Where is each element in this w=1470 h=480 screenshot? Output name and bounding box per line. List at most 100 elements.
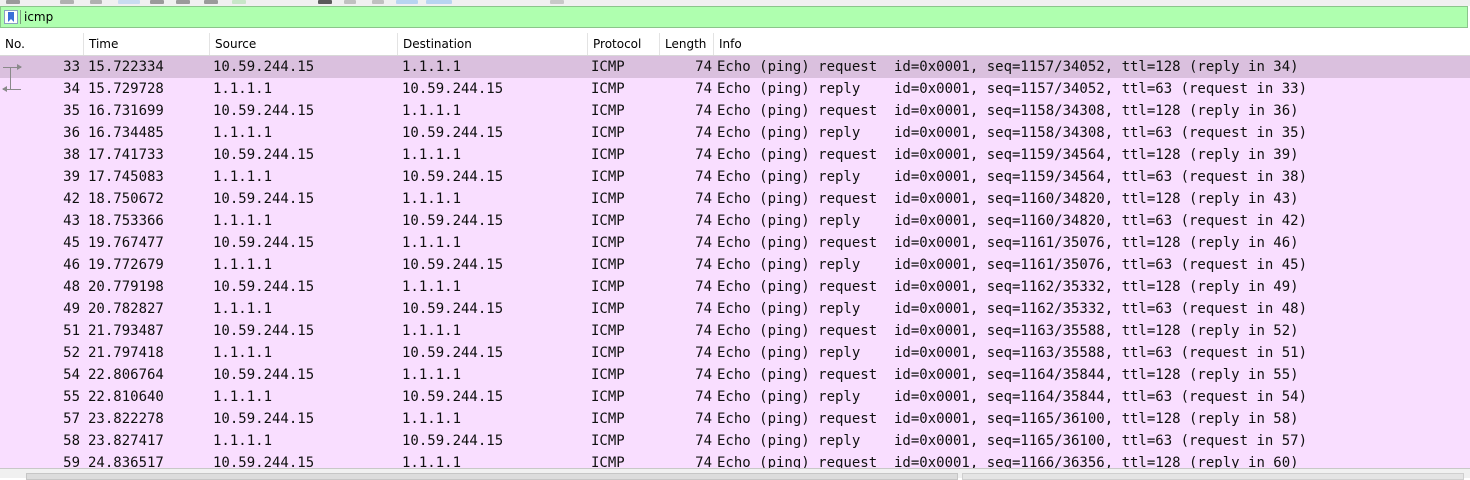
packet-length-cell: 74: [695, 147, 712, 163]
toolbar-icon[interactable]: [176, 0, 190, 4]
packet-row[interactable]: 33 15.722334 10.59.244.15 1.1.1.1 ICMP 74 Echo…: [0, 56, 1470, 78]
toolbar-icon[interactable]: [344, 0, 356, 4]
packet-number-cell: 58: [63, 433, 80, 449]
packet-time-cell: 22.810640: [88, 389, 164, 405]
horizontal-scrollbar[interactable]: [0, 468, 1470, 480]
packet-row[interactable]: 49 20.782827 1.1.1.1 10.59.244.15 ICMP 74 Echo…: [0, 298, 1470, 320]
packet-source-cell: 10.59.244.15: [213, 191, 315, 207]
pane-splitter[interactable]: [962, 473, 1464, 480]
filter-bookmark-button[interactable]: [4, 10, 18, 24]
packet-protocol-cell: ICMP: [591, 169, 625, 185]
packet-protocol-cell: ICMP: [591, 301, 625, 317]
toolbar-icon[interactable]: [372, 0, 384, 4]
packet-info-cell: Echo (ping) reply id=0x0001, seq=1162/35…: [717, 301, 1308, 317]
column-header-source[interactable]: Source: [210, 33, 398, 55]
packet-row[interactable]: 46 19.772679 1.1.1.1 10.59.244.15 ICMP 74 Echo…: [0, 254, 1470, 276]
packet-number-cell: 59: [63, 455, 80, 468]
related-packet-line: [10, 67, 11, 78]
packet-info-cell: Echo (ping) request id=0x0001, seq=1159/…: [717, 147, 1299, 163]
display-filter-input[interactable]: [24, 8, 1404, 26]
packet-row[interactable]: 35 16.731699 10.59.244.15 1.1.1.1 ICMP 74 Echo…: [0, 100, 1470, 122]
packet-time-cell: 21.797418: [88, 345, 164, 361]
packet-info-cell: Echo (ping) reply id=0x0001, seq=1159/34…: [717, 169, 1308, 185]
packet-info-cell: Echo (ping) request id=0x0001, seq=1164/…: [717, 367, 1299, 383]
packet-source-cell: 1.1.1.1: [213, 81, 273, 97]
packet-row[interactable]: 55 22.810640 1.1.1.1 10.59.244.15 ICMP 74 Echo…: [0, 386, 1470, 408]
packet-row[interactable]: 57 23.822278 10.59.244.15 1.1.1.1 ICMP 74 Echo…: [0, 408, 1470, 430]
toolbar-icon[interactable]: [150, 0, 164, 4]
packet-destination-cell: 1.1.1.1: [402, 59, 462, 75]
toolbar-icon[interactable]: [60, 0, 74, 4]
packet-destination-cell: 1.1.1.1: [402, 411, 462, 427]
packet-row[interactable]: 51 21.793487 10.59.244.15 1.1.1.1 ICMP 74 Echo…: [0, 320, 1470, 342]
toolbar-icon[interactable]: [318, 0, 332, 4]
packet-destination-cell: 10.59.244.15: [402, 81, 504, 97]
packet-destination-cell: 10.59.244.15: [402, 257, 504, 273]
packet-source-cell: 1.1.1.1: [213, 213, 273, 229]
packet-length-cell: 74: [695, 257, 712, 273]
packet-length-cell: 74: [695, 235, 712, 251]
packet-source-cell: 10.59.244.15: [213, 367, 315, 383]
packet-length-cell: 74: [695, 411, 712, 427]
packet-source-cell: 1.1.1.1: [213, 433, 273, 449]
packet-row[interactable]: 48 20.779198 10.59.244.15 1.1.1.1 ICMP 74 Echo…: [0, 276, 1470, 298]
column-header-info[interactable]: Info: [714, 33, 1470, 55]
packet-time-cell: 16.734485: [88, 125, 164, 141]
packet-time-cell: 23.822278: [88, 411, 164, 427]
toolbar-icon[interactable]: [232, 0, 246, 4]
packet-row[interactable]: 58 23.827417 1.1.1.1 10.59.244.15 ICMP 74 Echo…: [0, 430, 1470, 452]
packet-destination-cell: 1.1.1.1: [402, 191, 462, 207]
toolbar-icon[interactable]: [6, 0, 20, 4]
packet-row[interactable]: 36 16.734485 1.1.1.1 10.59.244.15 ICMP 74 Echo…: [0, 122, 1470, 144]
packet-row[interactable]: 34 15.729728 1.1.1.1 10.59.244.15 ICMP 74 Echo…: [0, 78, 1470, 100]
packet-row[interactable]: 59 24.836517 10.59.244.15 1.1.1.1 ICMP 74 Echo…: [0, 452, 1470, 468]
toolbar-icon[interactable]: [396, 0, 418, 4]
packet-length-cell: 74: [695, 345, 712, 361]
packet-info-cell: Echo (ping) reply id=0x0001, seq=1161/35…: [717, 257, 1308, 273]
packet-row[interactable]: 45 19.767477 10.59.244.15 1.1.1.1 ICMP 74 Echo…: [0, 232, 1470, 254]
column-header-no[interactable]: No.: [0, 33, 84, 55]
packet-list[interactable]: 33 15.722334 10.59.244.15 1.1.1.1 ICMP 74 Echo…: [0, 56, 1470, 468]
packet-protocol-cell: ICMP: [591, 389, 625, 405]
packet-row[interactable]: 38 17.741733 10.59.244.15 1.1.1.1 ICMP 74 Echo…: [0, 144, 1470, 166]
packet-length-cell: 74: [695, 169, 712, 185]
scrollbar-thumb[interactable]: [26, 473, 958, 480]
column-header-protocol[interactable]: Protocol: [588, 33, 660, 55]
packet-protocol-cell: ICMP: [591, 279, 625, 295]
packet-info-cell: Echo (ping) request id=0x0001, seq=1166/…: [717, 455, 1299, 468]
packet-info-cell: Echo (ping) request id=0x0001, seq=1163/…: [717, 323, 1299, 339]
column-header-destination[interactable]: Destination: [398, 33, 588, 55]
packet-number-cell: 52: [63, 345, 80, 361]
packet-source-cell: 1.1.1.1: [213, 345, 273, 361]
packet-destination-cell: 10.59.244.15: [402, 125, 504, 141]
packet-number-cell: 46: [63, 257, 80, 273]
packet-time-cell: 21.793487: [88, 323, 164, 339]
packet-time-cell: 23.827417: [88, 433, 164, 449]
packet-destination-cell: 1.1.1.1: [402, 367, 462, 383]
packet-length-cell: 74: [695, 59, 712, 75]
toolbar-icon[interactable]: [204, 0, 218, 4]
packet-destination-cell: 1.1.1.1: [402, 279, 462, 295]
packet-number-cell: 42: [63, 191, 80, 207]
column-header-time[interactable]: Time: [84, 33, 210, 55]
packet-row[interactable]: 42 18.750672 10.59.244.15 1.1.1.1 ICMP 74 Echo…: [0, 188, 1470, 210]
packet-protocol-cell: ICMP: [591, 213, 625, 229]
packet-row[interactable]: 52 21.797418 1.1.1.1 10.59.244.15 ICMP 74 Echo…: [0, 342, 1470, 364]
packet-protocol-cell: ICMP: [591, 81, 625, 97]
toolbar-icon[interactable]: [118, 0, 140, 4]
toolbar-icon[interactable]: [90, 0, 102, 4]
display-filter-bar: [0, 6, 1468, 28]
toolbar-icon[interactable]: [550, 0, 564, 4]
packet-length-cell: 74: [695, 103, 712, 119]
toolbar-icon[interactable]: [426, 0, 452, 4]
packet-row[interactable]: 43 18.753366 1.1.1.1 10.59.244.15 ICMP 74 Echo…: [0, 210, 1470, 232]
packet-info-cell: Echo (ping) request id=0x0001, seq=1158/…: [717, 103, 1299, 119]
packet-protocol-cell: ICMP: [591, 103, 625, 119]
packet-length-cell: 74: [695, 191, 712, 207]
packet-row[interactable]: 39 17.745083 1.1.1.1 10.59.244.15 ICMP 74 Echo…: [0, 166, 1470, 188]
reply-arrow-icon: [2, 86, 21, 92]
packet-length-cell: 74: [695, 389, 712, 405]
column-header-length[interactable]: Length: [660, 33, 714, 55]
packet-time-cell: 15.722334: [88, 59, 164, 75]
packet-row[interactable]: 54 22.806764 10.59.244.15 1.1.1.1 ICMP 74 Echo…: [0, 364, 1470, 386]
